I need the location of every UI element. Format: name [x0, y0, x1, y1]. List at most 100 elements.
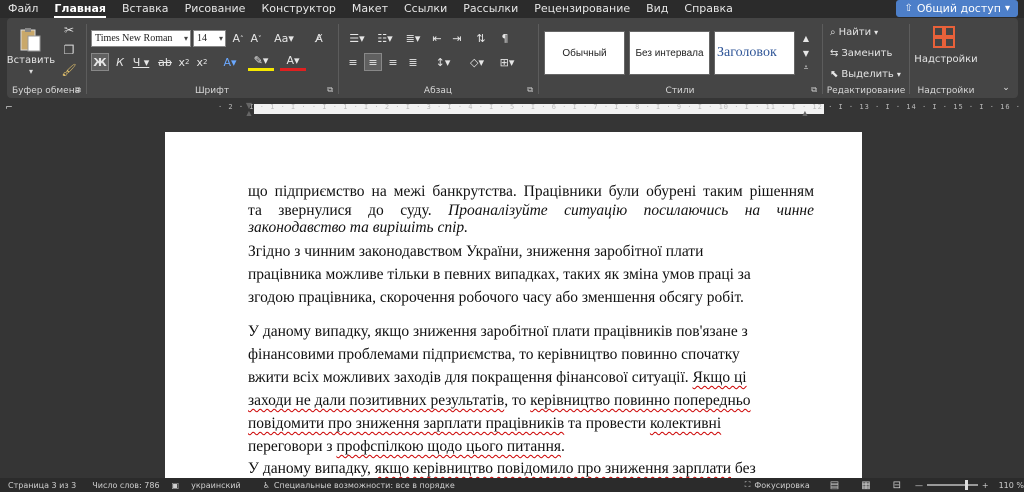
tab-home[interactable]: Главная	[46, 0, 114, 18]
tab-references[interactable]: Ссылки	[396, 0, 455, 18]
tab-view[interactable]: Вид	[638, 0, 676, 18]
zoom-slider[interactable]	[927, 480, 978, 490]
sort-icon[interactable]: ⇅	[472, 30, 490, 47]
tab-selector-icon[interactable]: ⌐	[4, 103, 14, 113]
tab-help[interactable]: Справка	[676, 0, 740, 18]
zoom-out-icon[interactable]: —	[915, 481, 923, 490]
tab-design[interactable]: Конструктор	[253, 0, 343, 18]
strikethrough-button[interactable]: ab	[156, 53, 174, 71]
select-button[interactable]: ⬉ Выделить ▾	[830, 66, 901, 82]
align-center-icon[interactable]: ≡	[364, 53, 382, 71]
show-marks-icon[interactable]: ¶	[496, 30, 514, 47]
increase-indent-icon[interactable]: ⇥	[448, 30, 466, 47]
spellcheck-text: заходи не дали позитивних результатів	[248, 392, 505, 409]
italic-button[interactable]: К	[112, 53, 128, 71]
subscript-button[interactable]: x2	[176, 53, 192, 71]
align-right-icon[interactable]: ≡	[384, 53, 402, 71]
style-normal[interactable]: Обычный	[544, 31, 625, 75]
editing-group-label: Редактирование	[826, 86, 906, 96]
text-effects-icon[interactable]: A▾	[218, 53, 242, 71]
share-button[interactable]: ⇧ Общий доступ ▾	[896, 0, 1018, 17]
group-paragraph: ☰▾ ☷▾ ≣▾ ⇤ ⇥ ⇅ ¶ ≡ ≡ ≡ ≣ ↕▾ ◇▾ ⊞▾ Абзац …	[340, 18, 536, 98]
decrease-indent-icon[interactable]: ⇤	[428, 30, 446, 47]
status-bar: Страница 3 из 3 Число слов: 786 ▣ украин…	[0, 478, 1024, 492]
dialog-launcher-icon[interactable]: ⧉	[75, 85, 81, 95]
ruler: ⌐ · 2 · I · 1 · I · · I · 1 · I · 2 · I …	[0, 101, 1024, 118]
document-page[interactable]: що підприємство на межі банкрутства. Пра…	[165, 132, 862, 478]
chevron-down-icon[interactable]: ▼	[799, 46, 813, 60]
chevron-down-icon: ▾	[874, 27, 879, 37]
style-heading[interactable]: Заголовок	[714, 31, 795, 75]
spellcheck-text: колективні	[649, 415, 722, 432]
bullets-icon[interactable]: ☰▾	[344, 30, 370, 47]
find-button[interactable]: ⌕ Найти ▾	[830, 24, 878, 40]
multilevel-list-icon[interactable]: ≣▾	[400, 30, 426, 47]
chevron-down-icon[interactable]: ▾	[25, 66, 37, 76]
style-no-spacing[interactable]: Без интервала	[629, 31, 710, 75]
justify-icon[interactable]: ≣	[404, 53, 422, 71]
paste-button[interactable]	[15, 24, 45, 56]
chevron-down-icon: ▾	[1004, 3, 1010, 14]
highlight-icon[interactable]: ✎▾	[248, 53, 274, 71]
grow-font-icon[interactable]: A ˄	[230, 30, 246, 47]
dialog-launcher-icon[interactable]: ⧉	[327, 85, 333, 95]
accessibility-status[interactable]: Специальные возможности: все в порядке	[274, 481, 455, 490]
cut-icon[interactable]: ✂	[61, 23, 77, 37]
text-line: та звернулися до суду. Проаналізуйте сит…	[248, 202, 814, 219]
text-run: без	[731, 460, 756, 477]
tab-review[interactable]: Рецензирование	[526, 0, 638, 18]
page-count[interactable]: Страница 3 из 3	[8, 481, 76, 490]
bold-button[interactable]: Ж	[91, 53, 109, 71]
print-layout-icon[interactable]: ▦	[861, 480, 870, 491]
font-size-combo[interactable]: 14 ▾	[193, 30, 226, 47]
document-area: що підприємство на межі банкрутства. Пра…	[0, 116, 1024, 478]
copy-icon[interactable]: ❐	[61, 43, 77, 57]
more-styles-icon[interactable]: ⩡	[799, 61, 813, 75]
read-mode-icon[interactable]: ▤	[830, 480, 839, 491]
tab-file[interactable]: Файл	[0, 0, 46, 18]
text-line: повідомити про зниження зарплати працівн…	[248, 412, 814, 435]
addins-button[interactable]	[931, 24, 957, 50]
align-left-icon[interactable]: ≡	[344, 53, 362, 71]
text-run: вжити всіх можливих заходів для покращен…	[248, 369, 689, 386]
divider	[538, 24, 539, 94]
font-color-icon[interactable]: A▾	[280, 53, 306, 71]
focus-button[interactable]: Фокусировка	[754, 481, 809, 490]
collapse-ribbon-icon[interactable]: ⌄	[999, 82, 1013, 94]
numbering-icon[interactable]: ☷▾	[372, 30, 398, 47]
borders-icon[interactable]: ⊞▾	[494, 53, 520, 71]
web-layout-icon[interactable]: ⊟	[893, 480, 901, 491]
text-line: фінансовими проблемами підприємства, то …	[248, 346, 740, 363]
change-case-icon[interactable]: Aa▾	[271, 30, 297, 47]
focus-icon: ⛶	[744, 480, 751, 489]
chevron-up-icon[interactable]: ▲	[799, 31, 813, 45]
text-line: Згідно з чинним законодавством України, …	[248, 243, 704, 260]
replace-button[interactable]: ⇆ Заменить	[830, 45, 892, 61]
dialog-launcher-icon[interactable]: ⧉	[811, 85, 817, 95]
format-painter-icon[interactable]: 🖌	[61, 63, 77, 77]
tab-insert[interactable]: Вставка	[114, 0, 177, 18]
tab-mailings[interactable]: Рассылки	[455, 0, 526, 18]
spellcheck-text: якщо керівництво повідомило про зниження…	[374, 460, 732, 477]
paragraph: що підприємство на межі банкрутства. Пра…	[248, 182, 814, 236]
tab-draw[interactable]: Рисование	[177, 0, 254, 18]
addins-icon	[933, 26, 955, 48]
underline-button[interactable]: Ч ▾	[130, 53, 152, 71]
zoom-level[interactable]: 110 %	[999, 481, 1024, 490]
shrink-font-icon[interactable]: A ˅	[248, 30, 264, 47]
superscript-button[interactable]: x2	[194, 53, 210, 71]
word-count[interactable]: Число слов: 786	[92, 481, 159, 490]
dialog-launcher-icon[interactable]: ⧉	[527, 85, 533, 95]
group-addins: Надстройки Надстройки	[911, 18, 981, 98]
clear-formatting-icon[interactable]: A̸	[310, 30, 328, 47]
zoom-slider-thumb[interactable]	[965, 480, 969, 490]
proofing-icon[interactable]: ▣	[172, 481, 180, 490]
share-label: Общий доступ	[916, 2, 1001, 15]
replace-label: Заменить	[841, 47, 893, 59]
zoom-in-icon[interactable]: +	[982, 481, 989, 490]
language[interactable]: украинский	[191, 481, 241, 490]
line-spacing-icon[interactable]: ↕▾	[430, 53, 456, 71]
font-name-combo[interactable]: Times New Roman ▾	[91, 30, 191, 47]
tab-layout[interactable]: Макет	[344, 0, 396, 18]
shading-icon[interactable]: ◇▾	[464, 53, 490, 71]
